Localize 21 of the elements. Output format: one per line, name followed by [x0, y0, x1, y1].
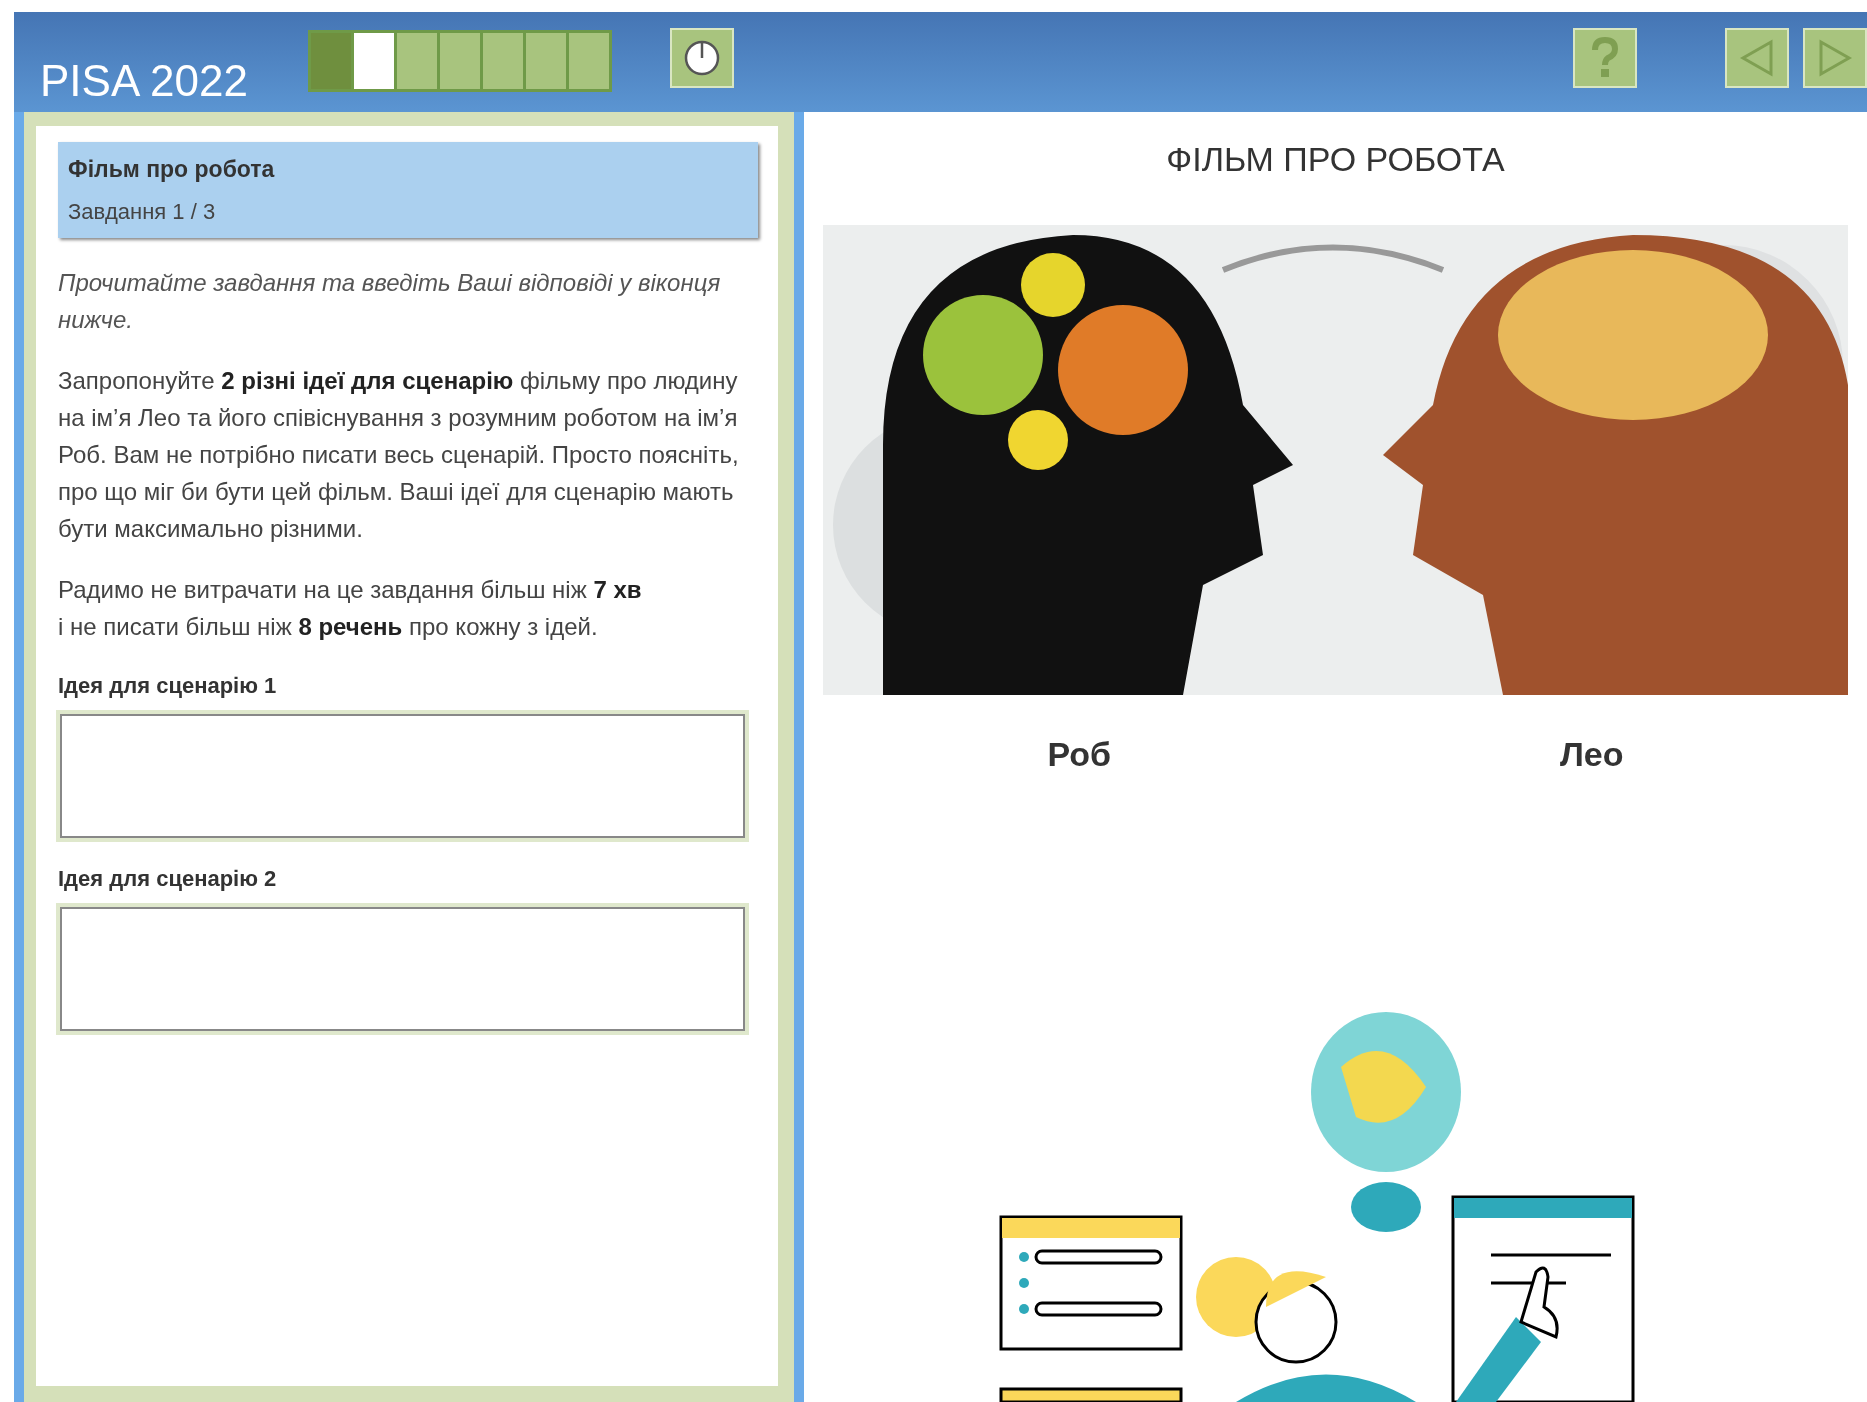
task-counter: Завдання 1 / 3 [68, 197, 217, 226]
task-title: Фільм про робота [68, 155, 276, 184]
caption: Роб [1047, 734, 1112, 775]
caption: Лео [1560, 734, 1624, 775]
back-button[interactable] [1725, 28, 1789, 88]
timer-button[interactable] [669, 28, 734, 88]
progress-segment[interactable] [439, 33, 480, 89]
field-label: Ідея для сценарію 2 [58, 864, 278, 893]
task-paragraph: Запропонуйте 2 різні ідеї для сценарію фільму про людину на ім’я Лео та його співіснування з розумним роботом на ім’я Роб. Вам не потрібно писати весь сценарій. Просто поясніть, про що міг би бути цей фільм. Ваші ідеї для сценарію мають бути максимально різними. [58, 365, 740, 544]
app-title: PISA 2022 [40, 55, 248, 107]
stimulus-title: ФІЛЬМ ПРО РОБОТА [1166, 139, 1505, 180]
task-paragraph: Радимо не витрачати на це завдання більш ніж 7 хв і не писати більш ніж 8 речень про кожну з ідей. [58, 574, 643, 642]
next-button[interactable] [1803, 28, 1867, 88]
progress-segment[interactable] [482, 33, 523, 89]
help-button[interactable] [1573, 28, 1637, 88]
progress-segment[interactable] [396, 33, 437, 89]
instruction-text: Прочитайте завдання та введіть Ваші відповіді у віконця нижче. [58, 267, 722, 335]
progress-segment[interactable] [353, 33, 394, 89]
progress-segment[interactable] [568, 33, 609, 89]
progress-segment[interactable] [525, 33, 566, 89]
field-label: Ідея для сценарію 1 [58, 671, 278, 700]
